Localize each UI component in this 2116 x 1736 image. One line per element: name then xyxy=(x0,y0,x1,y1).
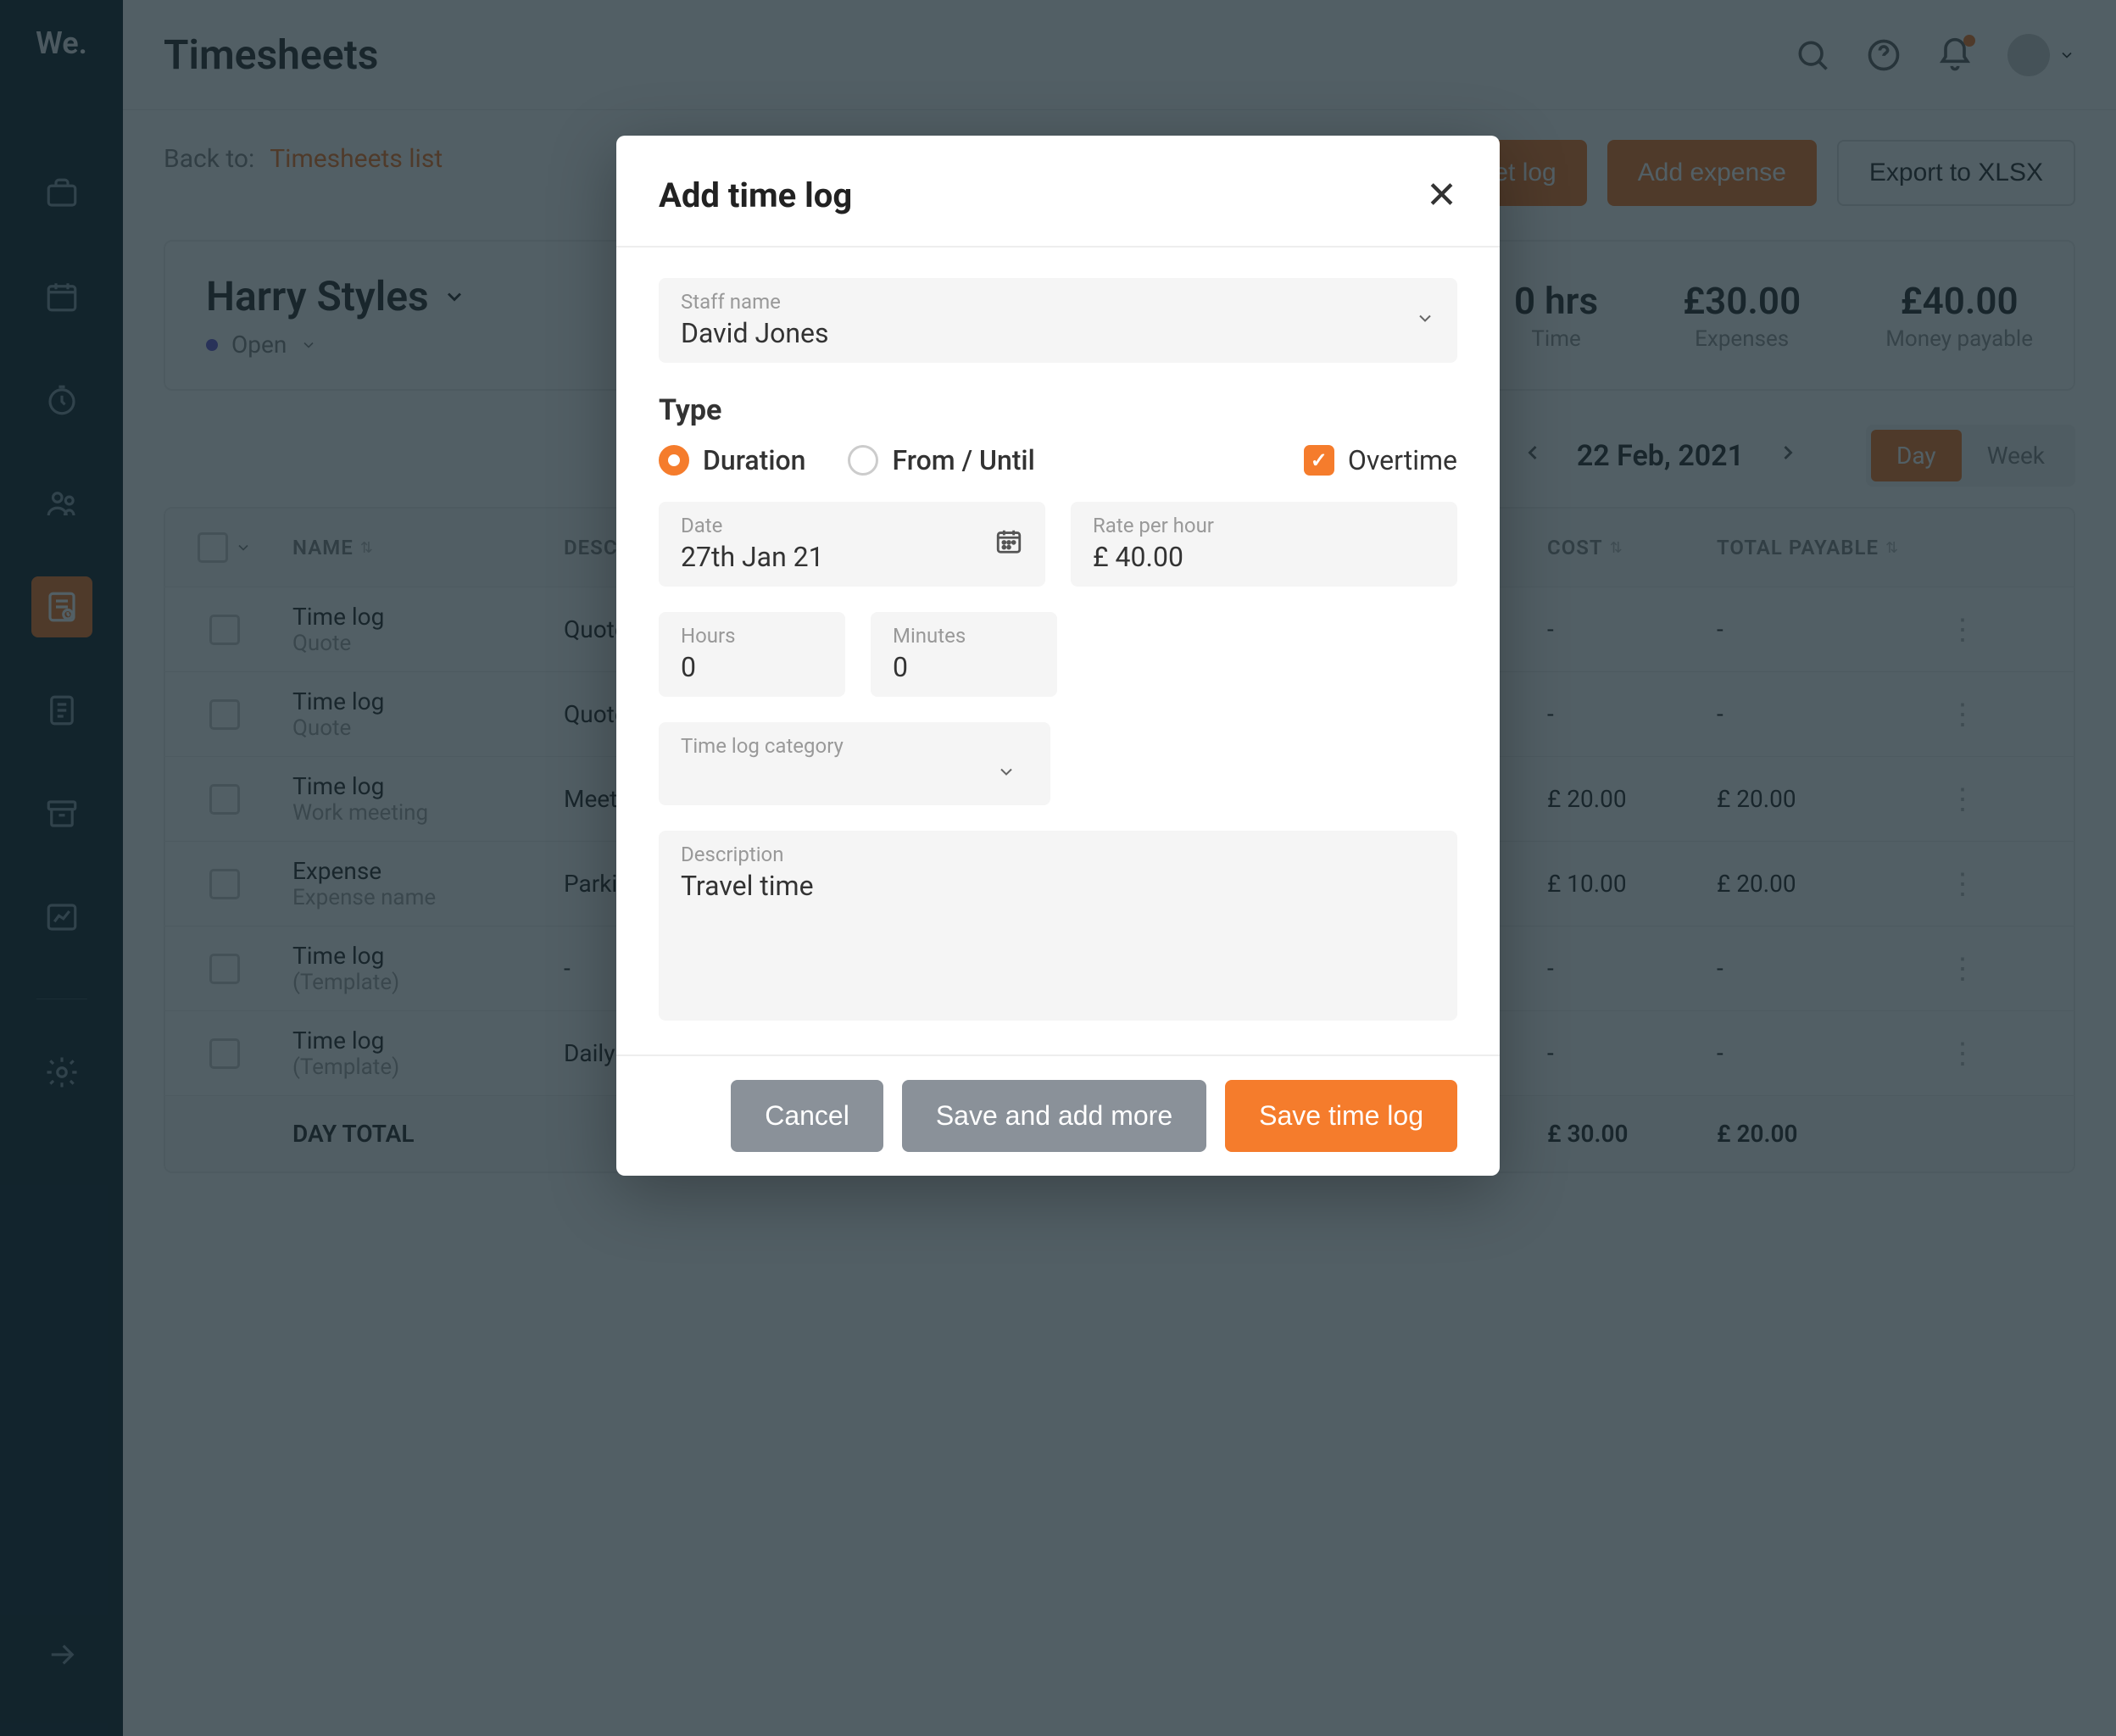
category-label: Time log category xyxy=(681,734,1028,758)
category-value xyxy=(681,761,1028,793)
type-fromuntil-radio[interactable]: From / Until xyxy=(848,444,1034,476)
description-value: Travel time xyxy=(681,870,1435,902)
staff-name-label: Staff name xyxy=(681,290,1435,314)
minutes-input[interactable]: Minutes 0 xyxy=(871,612,1057,697)
overtime-label: Overtime xyxy=(1348,444,1457,476)
rate-value: £ 40.00 xyxy=(1093,541,1435,573)
minutes-value: 0 xyxy=(893,651,1035,683)
radio-unselected-icon xyxy=(848,445,878,476)
staff-name-value: David Jones xyxy=(681,317,1435,349)
calendar-icon xyxy=(994,527,1023,562)
date-label: Date xyxy=(681,514,1023,537)
radio-selected-icon xyxy=(659,445,689,476)
save-time-log-button[interactable]: Save time log xyxy=(1225,1080,1457,1152)
modal-overlay: Add time log ✕ Staff name David Jones Ty… xyxy=(0,0,2116,1736)
modal-close-button[interactable]: ✕ xyxy=(1426,173,1457,217)
staff-name-select[interactable]: Staff name David Jones xyxy=(659,278,1457,363)
rate-label: Rate per hour xyxy=(1093,514,1435,537)
overtime-checkbox[interactable]: ✓ Overtime xyxy=(1304,444,1457,476)
chevron-down-icon xyxy=(996,760,1016,787)
checkbox-checked-icon: ✓ xyxy=(1304,445,1334,476)
add-time-log-modal: Add time log ✕ Staff name David Jones Ty… xyxy=(616,136,1500,1176)
rate-input[interactable]: Rate per hour £ 40.00 xyxy=(1071,502,1457,587)
hours-input[interactable]: Hours 0 xyxy=(659,612,845,697)
minutes-label: Minutes xyxy=(893,624,1035,648)
category-select[interactable]: Time log category xyxy=(659,722,1050,805)
cancel-button[interactable]: Cancel xyxy=(731,1080,883,1152)
type-duration-label: Duration xyxy=(703,444,805,476)
hours-value: 0 xyxy=(681,651,823,683)
type-duration-radio[interactable]: Duration xyxy=(659,444,805,476)
modal-title: Add time log xyxy=(659,175,852,215)
date-value: 27th Jan 21 xyxy=(681,541,1023,573)
type-section-label: Type xyxy=(659,393,1457,427)
date-input[interactable]: Date 27th Jan 21 xyxy=(659,502,1045,587)
hours-label: Hours xyxy=(681,624,823,648)
description-input[interactable]: Description Travel time xyxy=(659,831,1457,1021)
save-and-add-more-button[interactable]: Save and add more xyxy=(902,1080,1206,1152)
type-fromuntil-label: From / Until xyxy=(892,444,1034,476)
chevron-down-icon xyxy=(1415,307,1435,335)
description-label: Description xyxy=(681,843,1435,866)
